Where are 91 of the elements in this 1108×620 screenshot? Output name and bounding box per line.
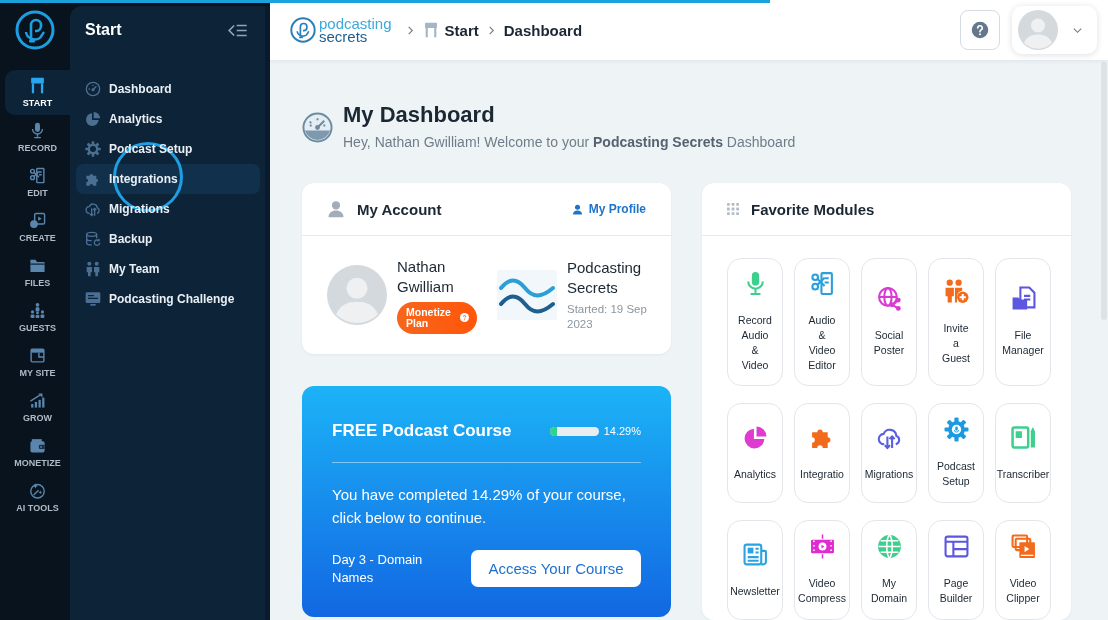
wallet-icon — [29, 437, 46, 454]
page-layout-icon — [943, 534, 969, 559]
question-icon — [460, 313, 469, 322]
gauge-icon — [302, 111, 333, 143]
scissors-document-icon — [809, 271, 835, 296]
microphone-icon — [29, 122, 46, 139]
rail-nav-item[interactable]: MONETIZE — [5, 430, 70, 475]
folder-document-icon — [1010, 286, 1036, 311]
rail-nav-item[interactable]: EDIT — [5, 160, 70, 205]
module-tile[interactable]: Podcast Setup — [928, 403, 984, 503]
rail-nav-item[interactable]: GROW — [5, 385, 70, 430]
pie-chart-icon — [85, 111, 101, 127]
module-tile[interactable]: Page Builder — [928, 520, 984, 620]
database-refresh-icon — [85, 231, 101, 247]
rail-nav-item[interactable]: GUESTS — [5, 295, 70, 340]
pie-chart-icon — [742, 424, 768, 450]
newspaper-icon — [742, 541, 768, 567]
globe-share-icon — [876, 286, 902, 311]
scissors-document-icon — [29, 167, 46, 184]
sidebar-menu-item[interactable]: My Team — [76, 254, 260, 284]
module-tile[interactable]: Integratio — [794, 403, 850, 503]
sidebar-menu-item[interactable]: Podcasting Challenge — [76, 284, 260, 314]
card-title: My Account — [357, 200, 442, 218]
two-people-icon — [85, 261, 101, 277]
card-title: Favorite Modules — [751, 200, 875, 218]
module-tile[interactable]: Migrations — [861, 403, 917, 503]
podcast-start-date: Started: 19 Sep 2023 — [567, 302, 648, 332]
my-profile-link[interactable]: My Profile — [571, 202, 646, 216]
rail-nav-item[interactable]: START — [5, 70, 70, 115]
module-tile[interactable]: My Domain — [861, 520, 917, 620]
module-tile[interactable]: Audio & Video Editor — [794, 258, 850, 386]
progress-percent: 14.29% — [603, 425, 641, 437]
breadcrumb-link[interactable]: Dashboard — [503, 21, 583, 39]
folder-icon — [29, 257, 46, 274]
module-tile[interactable]: Analytics — [727, 403, 783, 503]
help-icon — [971, 21, 989, 39]
module-tile[interactable]: Invite a Guest — [928, 258, 984, 386]
dot-grid-icon — [727, 203, 739, 215]
play-document-icon — [29, 212, 46, 229]
module-tile[interactable]: Transcriber — [995, 403, 1051, 503]
help-button[interactable] — [960, 10, 1000, 50]
people-group-icon — [29, 302, 46, 319]
monitor-icon — [85, 291, 101, 307]
module-tile[interactable]: Newsletter — [727, 520, 783, 620]
rail-nav-item[interactable]: AI TOOLS — [5, 475, 70, 520]
gear-icon — [943, 417, 969, 442]
user-name: Nathan Gwilliam — [397, 256, 455, 297]
welcome-message: Hey, Nathan Gwilliam! Welcome to your Podcasting Secrets Dashboard — [343, 133, 796, 152]
user-icon — [571, 203, 583, 215]
banner-stand-icon — [422, 22, 439, 38]
circle-logo-icon[interactable] — [290, 17, 316, 43]
sidebar-title: Start — [85, 21, 122, 39]
cloud-arrows-icon — [85, 201, 101, 217]
module-tile[interactable]: Record Audio & Video — [727, 258, 783, 386]
collapse-menu-icon[interactable] — [227, 22, 248, 38]
lesson-title: Day 3 - Domain Names — [332, 550, 424, 587]
add-person-icon — [943, 278, 969, 304]
podcast-name: Podcasting Secrets — [567, 258, 643, 298]
gauge-icon — [85, 81, 101, 97]
user-icon — [327, 200, 345, 218]
access-course-button[interactable]: Access Your Course — [471, 550, 641, 587]
sparkle-wand-icon — [29, 482, 46, 499]
podcast-cover-image — [497, 270, 557, 320]
page-title: My Dashboard — [343, 102, 496, 128]
notebook-pencil-icon — [1010, 424, 1036, 450]
module-tile[interactable]: File Manager — [995, 258, 1051, 386]
bar-chart-icon — [29, 392, 46, 409]
module-tile[interactable]: Video Clipper — [995, 520, 1051, 620]
rail-nav-item[interactable]: FILES — [5, 250, 70, 295]
globe-icon — [876, 534, 902, 559]
course-title: FREE Podcast Course — [332, 421, 512, 441]
module-tile[interactable]: Video Compress — [794, 520, 850, 620]
rail-nav-item[interactable]: MY SITE — [5, 340, 70, 385]
course-message: You have completed 14.29% of your course, click below to continue. — [332, 485, 627, 528]
rail-nav-item[interactable]: RECORD — [5, 115, 70, 160]
banner-stand-icon — [29, 77, 46, 94]
sidebar-menu-item[interactable]: Analytics — [76, 104, 260, 134]
circle-logo-icon[interactable] — [15, 10, 55, 50]
sidebar-menu-item[interactable]: Dashboard — [76, 74, 260, 104]
sidebar-menu-item[interactable]: Backup — [76, 224, 260, 254]
avatar-icon — [327, 265, 387, 325]
gear-icon — [85, 141, 101, 157]
browser-window-icon — [29, 347, 46, 364]
stacked-video-icon — [1010, 534, 1036, 559]
module-tile[interactable]: Social Poster — [861, 258, 917, 386]
film-frame-icon — [809, 534, 835, 559]
breadcrumb-link[interactable]: Start — [444, 21, 479, 39]
rail-nav-item[interactable]: CREATE — [5, 205, 70, 250]
avatar-icon — [1018, 10, 1058, 50]
logo-text: podcasting — [319, 17, 392, 30]
puzzle-icon — [85, 171, 101, 187]
